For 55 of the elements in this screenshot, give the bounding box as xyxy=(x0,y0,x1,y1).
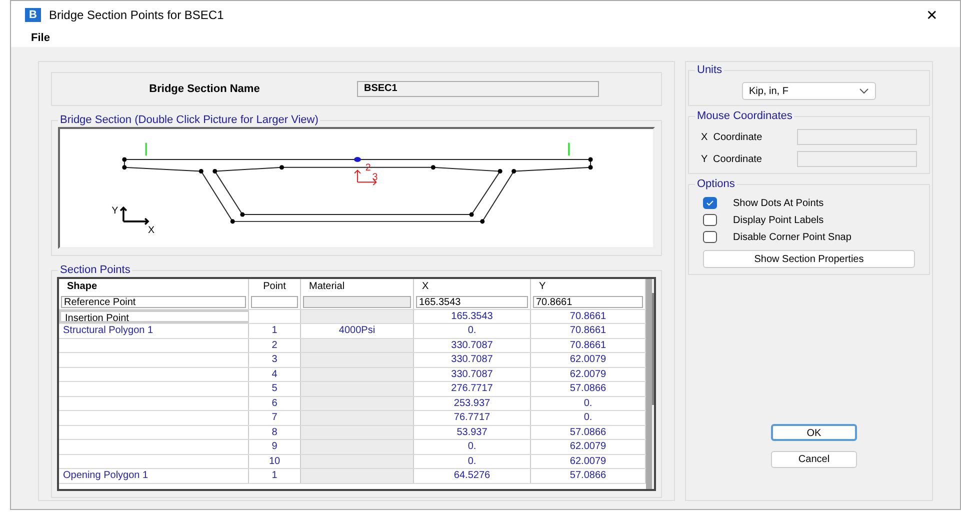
dialog-button[interactable]: OK xyxy=(771,424,857,441)
menu-item[interactable]: File xyxy=(31,30,50,46)
table-cell: Structural Polygon 1 xyxy=(59,324,249,338)
coordinate-field[interactable] xyxy=(797,129,917,145)
field-label: Bridge Section Name xyxy=(148,82,261,97)
app-icon: B xyxy=(25,8,41,22)
table-cell: 0. xyxy=(414,454,531,468)
table-cell[interactable] xyxy=(249,295,301,308)
table-cell: Insertion Point xyxy=(59,310,249,323)
checkbox[interactable] xyxy=(703,231,717,243)
table-cell[interactable]: 70.8661 xyxy=(531,295,646,308)
station-marker xyxy=(145,142,147,156)
table-cell: 1 xyxy=(249,324,301,338)
group-title: Bridge Section (Double Click Picture for Larger View) xyxy=(58,113,320,127)
field-label: Y Coordinate xyxy=(701,152,762,166)
table-cell: 4000Psi xyxy=(301,324,414,338)
coordinate-field[interactable] xyxy=(797,151,917,167)
station-marker xyxy=(568,142,570,156)
table-cell: 53.937 xyxy=(414,426,531,439)
close-button[interactable]: ✕ xyxy=(918,4,946,26)
table-cell: 276.7717 xyxy=(414,382,531,396)
units-dropdown[interactable]: Kip, in, F xyxy=(742,82,876,100)
dialog-button[interactable]: Cancel xyxy=(771,451,857,468)
table-cell: 330.7087 xyxy=(414,368,531,381)
table-cell: 330.7087 xyxy=(414,338,531,352)
checkbox[interactable] xyxy=(703,197,717,209)
table-cell: 165.3543 xyxy=(414,310,531,323)
table-cell: 330.7087 xyxy=(414,353,531,366)
table-cell[interactable] xyxy=(301,295,414,308)
table-cell: Opening Polygon 1 xyxy=(59,469,249,482)
section-name-field[interactable]: BSEC1 xyxy=(357,81,599,97)
table-cell: 0. xyxy=(414,324,531,338)
column-header: Material xyxy=(301,279,414,295)
table-cell[interactable]: 165.3543 xyxy=(414,295,531,308)
column-header: Shape xyxy=(59,279,249,295)
chevron-down-icon xyxy=(859,88,869,94)
column-header: X xyxy=(414,279,531,295)
vertical-scrollbar[interactable] xyxy=(652,279,654,489)
checkmark-icon xyxy=(706,200,714,206)
checkbox-label: Disable Corner Point Snap xyxy=(733,230,852,244)
table-cell: 76.7717 xyxy=(414,411,531,424)
global-axes-drawing: Y X xyxy=(112,206,155,236)
table-cell: 0. xyxy=(414,440,531,454)
column-header: Point xyxy=(249,279,301,295)
group-title: Options xyxy=(695,177,737,191)
field-label: X Coordinate xyxy=(701,130,762,144)
show-section-properties-button[interactable]: Show Section Properties xyxy=(703,250,915,268)
insertion-point-marker xyxy=(354,157,361,162)
table-cell: 253.937 xyxy=(414,396,531,410)
checkbox[interactable] xyxy=(703,214,717,226)
table-cell[interactable]: Reference Point xyxy=(59,295,249,308)
window-title: Bridge Section Points for BSEC1 xyxy=(49,7,225,24)
checkbox-label: Display Point Labels xyxy=(733,214,824,228)
table-cell: 64.5276 xyxy=(414,469,531,482)
checkbox-label: Show Dots At Points xyxy=(733,196,824,210)
